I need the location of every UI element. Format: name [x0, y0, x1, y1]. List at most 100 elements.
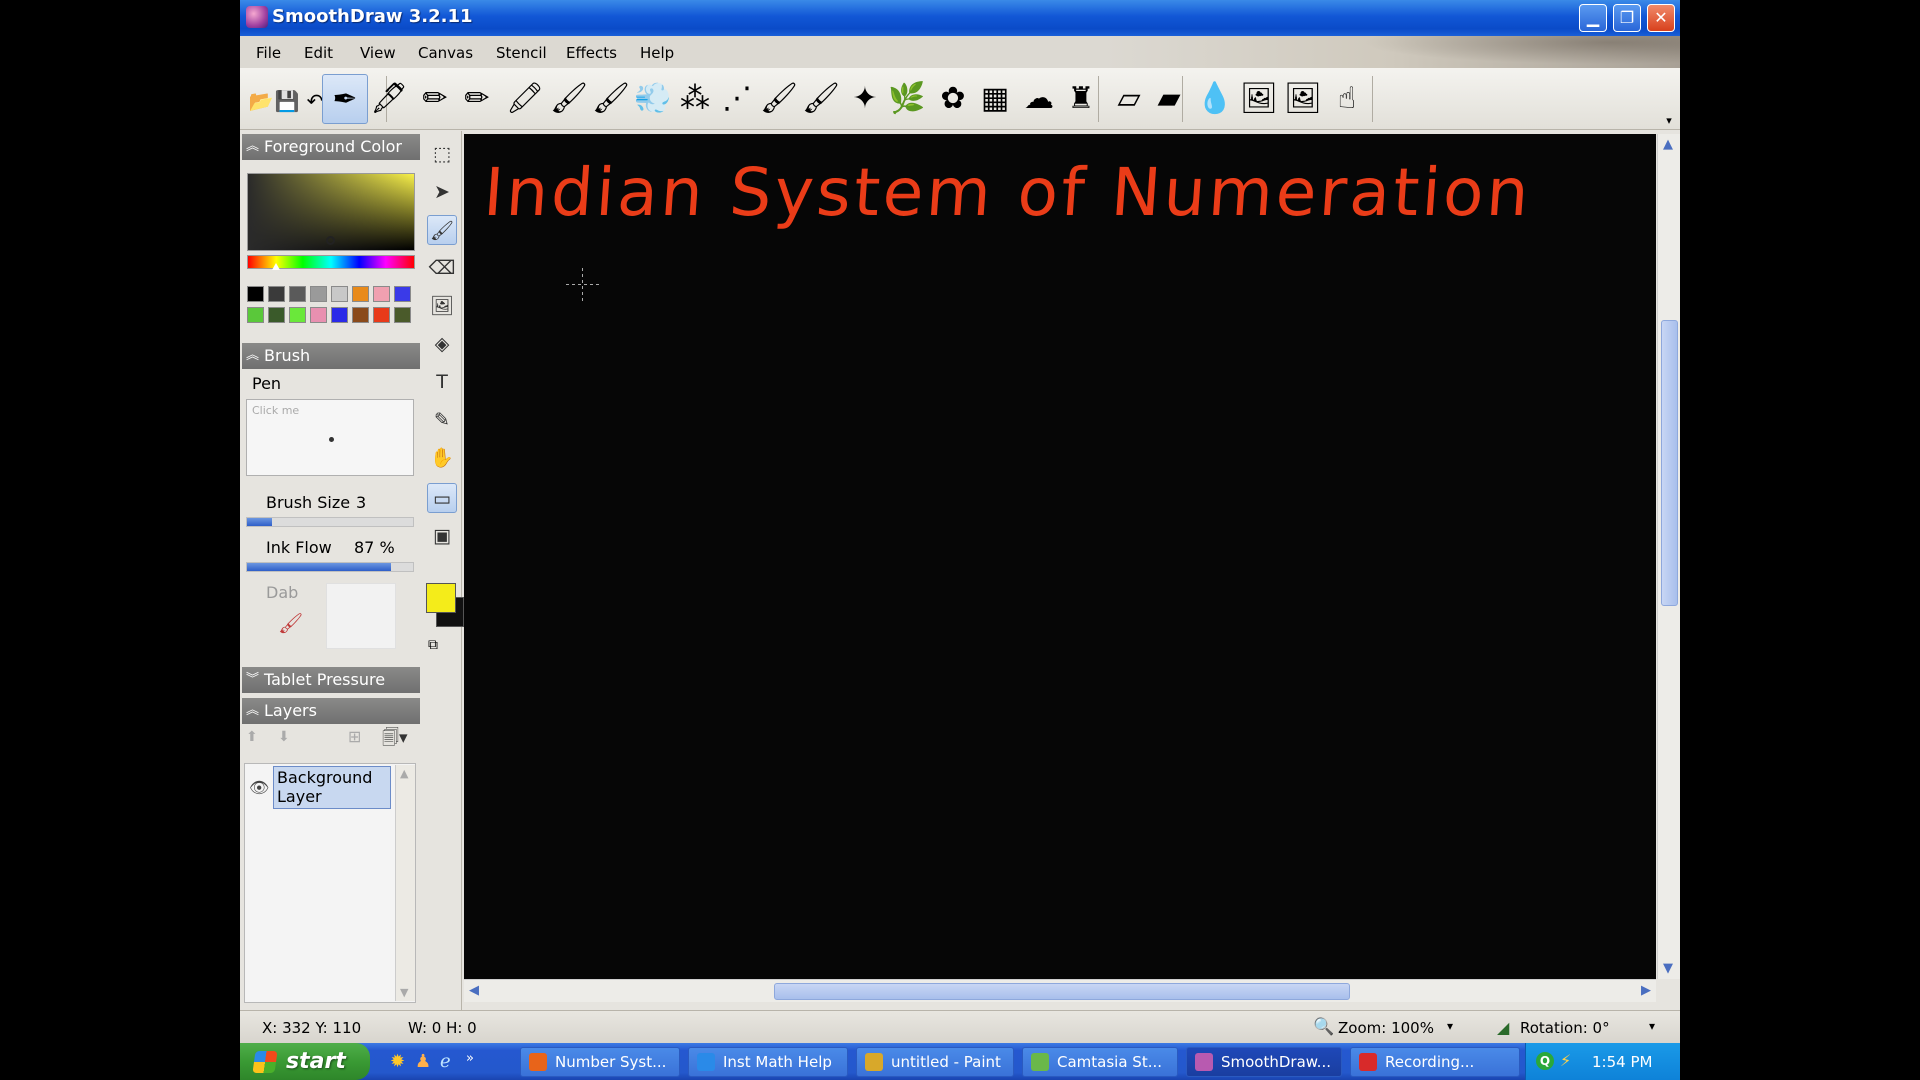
quicklaunch-more-icon[interactable]: »: [466, 1051, 474, 1066]
menu-canvas[interactable]: Canvas: [418, 44, 473, 62]
taskbar-button[interactable]: SmoothDraw...: [1186, 1047, 1342, 1077]
taskbar-button[interactable]: untitled - Paint: [856, 1047, 1014, 1077]
fill-tool-icon[interactable]: ◈: [427, 329, 457, 359]
scroll-left-arrow-icon[interactable]: ◀: [469, 983, 479, 998]
grass-brush-button[interactable]: 🌿: [884, 74, 930, 124]
scroll-up-arrow-icon[interactable]: ▲: [1663, 137, 1673, 152]
hue-slider[interactable]: [247, 255, 415, 270]
close-button[interactable]: ✕: [1647, 4, 1675, 32]
menu-file[interactable]: File: [256, 44, 281, 62]
rectangle-tool-icon[interactable]: ▭: [427, 483, 457, 513]
red-pencil-brush-button[interactable]: ✏: [454, 74, 500, 124]
new-layer-icon[interactable]: ⊞: [348, 727, 361, 746]
stencil-tool-icon[interactable]: ▣: [427, 521, 457, 551]
layers-scrollbar[interactable]: ▲ ▼: [395, 765, 415, 1001]
tray-q-icon[interactable]: Q: [1536, 1052, 1554, 1070]
color-swatch[interactable]: [352, 286, 369, 302]
foreground-color-box[interactable]: [426, 583, 456, 613]
taskbar-button[interactable]: Inst Math Help: [688, 1047, 848, 1077]
dab-preview[interactable]: [326, 583, 396, 649]
swap-colors-icon[interactable]: ⧉: [428, 637, 438, 653]
color-swatch[interactable]: [331, 286, 348, 302]
horizontal-scrollbar[interactable]: ◀ ▶: [464, 979, 1656, 1002]
color-swatch[interactable]: [394, 286, 411, 302]
color-swatch[interactable]: [310, 286, 327, 302]
ink-pen-brush-button[interactable]: 🖋: [366, 74, 412, 124]
image-tool-icon[interactable]: 🖼: [427, 291, 457, 321]
layer-visibility-eye-icon[interactable]: 👁: [249, 778, 269, 797]
zoom-level[interactable]: Zoom: 100%: [1338, 1019, 1434, 1037]
dab-brush-icon[interactable]: 🖌: [278, 611, 303, 635]
taskbar-button[interactable]: Camtasia St...: [1022, 1047, 1178, 1077]
color-swatch[interactable]: [394, 307, 411, 323]
toolbar-overflow-icon[interactable]: ▾: [1662, 108, 1676, 134]
texture-brush-button[interactable]: ▦: [972, 74, 1018, 124]
oil-brush-button[interactable]: 🖌: [588, 74, 634, 124]
brush-preview[interactable]: Click me: [246, 399, 414, 476]
hue-slider-marker[interactable]: [272, 263, 280, 270]
color-swatch[interactable]: [331, 307, 348, 323]
move-tool-icon[interactable]: ➤: [427, 177, 457, 207]
highlighter-brush-button[interactable]: 🖍: [502, 74, 548, 124]
maximize-button[interactable]: ❐: [1613, 4, 1641, 32]
smudge-brush-button[interactable]: ☁: [1016, 74, 1062, 124]
start-button[interactable]: start: [240, 1043, 370, 1080]
rotation-level[interactable]: Rotation: 0°: [1520, 1019, 1610, 1037]
color-swatch[interactable]: [310, 307, 327, 323]
layer-down-icon[interactable]: ⬇: [278, 729, 290, 745]
image-brush-button[interactable]: 🖼: [1236, 74, 1282, 124]
taskbar-button[interactable]: Recording...: [1350, 1047, 1520, 1077]
watercolor-brush-button[interactable]: 🖌: [798, 74, 844, 124]
spray-brush-button[interactable]: ⁂: [672, 74, 718, 124]
color-picker-square[interactable]: [247, 173, 415, 251]
finger-smudge-brush-button[interactable]: ☝: [1324, 74, 1370, 124]
layers-header[interactable]: ︽ Layers: [242, 698, 420, 724]
color-swatch[interactable]: [373, 286, 390, 302]
scroll-right-arrow-icon[interactable]: ▶: [1641, 983, 1651, 998]
quicklaunch-user-icon[interactable]: ♟: [415, 1051, 431, 1072]
layer-up-icon[interactable]: ⬆: [246, 729, 258, 745]
airbrush-brush-button[interactable]: 💨: [630, 74, 676, 124]
title-bar[interactable]: SmoothDraw 3.2.11 ▁ ❐ ✕: [240, 0, 1680, 36]
zoom-dropdown-icon[interactable]: ▾: [1447, 1019, 1453, 1033]
horizontal-scroll-thumb[interactable]: [774, 983, 1350, 1000]
brush-tool-icon[interactable]: 🖌: [427, 215, 457, 245]
color-swatch[interactable]: [373, 307, 390, 323]
flower-brush-button[interactable]: ✿: [930, 74, 976, 124]
tray-power-icon[interactable]: ⚡: [1560, 1051, 1571, 1070]
sparkle-brush-button[interactable]: ✦: [842, 74, 888, 124]
ink-flow-slider[interactable]: [246, 562, 414, 572]
layer-item-background[interactable]: Background Layer: [273, 766, 391, 809]
menu-stencil[interactable]: Stencil: [496, 44, 547, 62]
soft-eraser-brush-button[interactable]: ▰: [1146, 74, 1192, 124]
foreground-color-header[interactable]: ︽ Foreground Color: [242, 134, 420, 160]
select-rect-tool-icon[interactable]: ⬚: [427, 139, 457, 169]
hand-tool-icon[interactable]: ✋: [427, 443, 457, 473]
tablet-pressure-header[interactable]: ︾ Tablet Pressure: [242, 667, 420, 693]
color-swatch[interactable]: [247, 286, 264, 302]
chalk-brush-button[interactable]: 🖌: [546, 74, 592, 124]
save-icon[interactable]: 💾: [274, 88, 300, 114]
eyedropper-tool-icon[interactable]: ✎: [427, 405, 457, 435]
scroll-down-icon[interactable]: ▼: [400, 986, 408, 999]
layer-menu-icon[interactable]: 🗐▾: [382, 725, 408, 754]
water-drop-brush-button[interactable]: 💧: [1192, 74, 1238, 124]
color-swatch[interactable]: [268, 286, 285, 302]
fine-spray-brush-button[interactable]: ⋰: [714, 74, 760, 124]
color-swatch[interactable]: [289, 286, 306, 302]
text-tool-icon[interactable]: T: [427, 367, 457, 397]
eraser-tool-icon[interactable]: ⌫: [427, 253, 457, 283]
menu-edit[interactable]: Edit: [304, 44, 333, 62]
quicklaunch-sun-icon[interactable]: ✹: [390, 1051, 405, 1072]
color-swatch[interactable]: [268, 307, 285, 323]
open-icon[interactable]: 📂: [248, 88, 274, 114]
color-picker-selector[interactable]: [326, 236, 335, 245]
drawing-canvas[interactable]: Indian System of Numeration: [464, 134, 1656, 979]
image-stamp-brush-button[interactable]: 🖼: [1280, 74, 1326, 124]
scroll-down-arrow-icon[interactable]: ▼: [1663, 961, 1673, 976]
vertical-scroll-thumb[interactable]: [1661, 320, 1678, 606]
color-swatch[interactable]: [352, 307, 369, 323]
brush-size-slider[interactable]: [246, 517, 414, 527]
rotation-dropdown-icon[interactable]: ▾: [1649, 1019, 1655, 1033]
brush-header[interactable]: ︽ Brush: [242, 343, 420, 369]
